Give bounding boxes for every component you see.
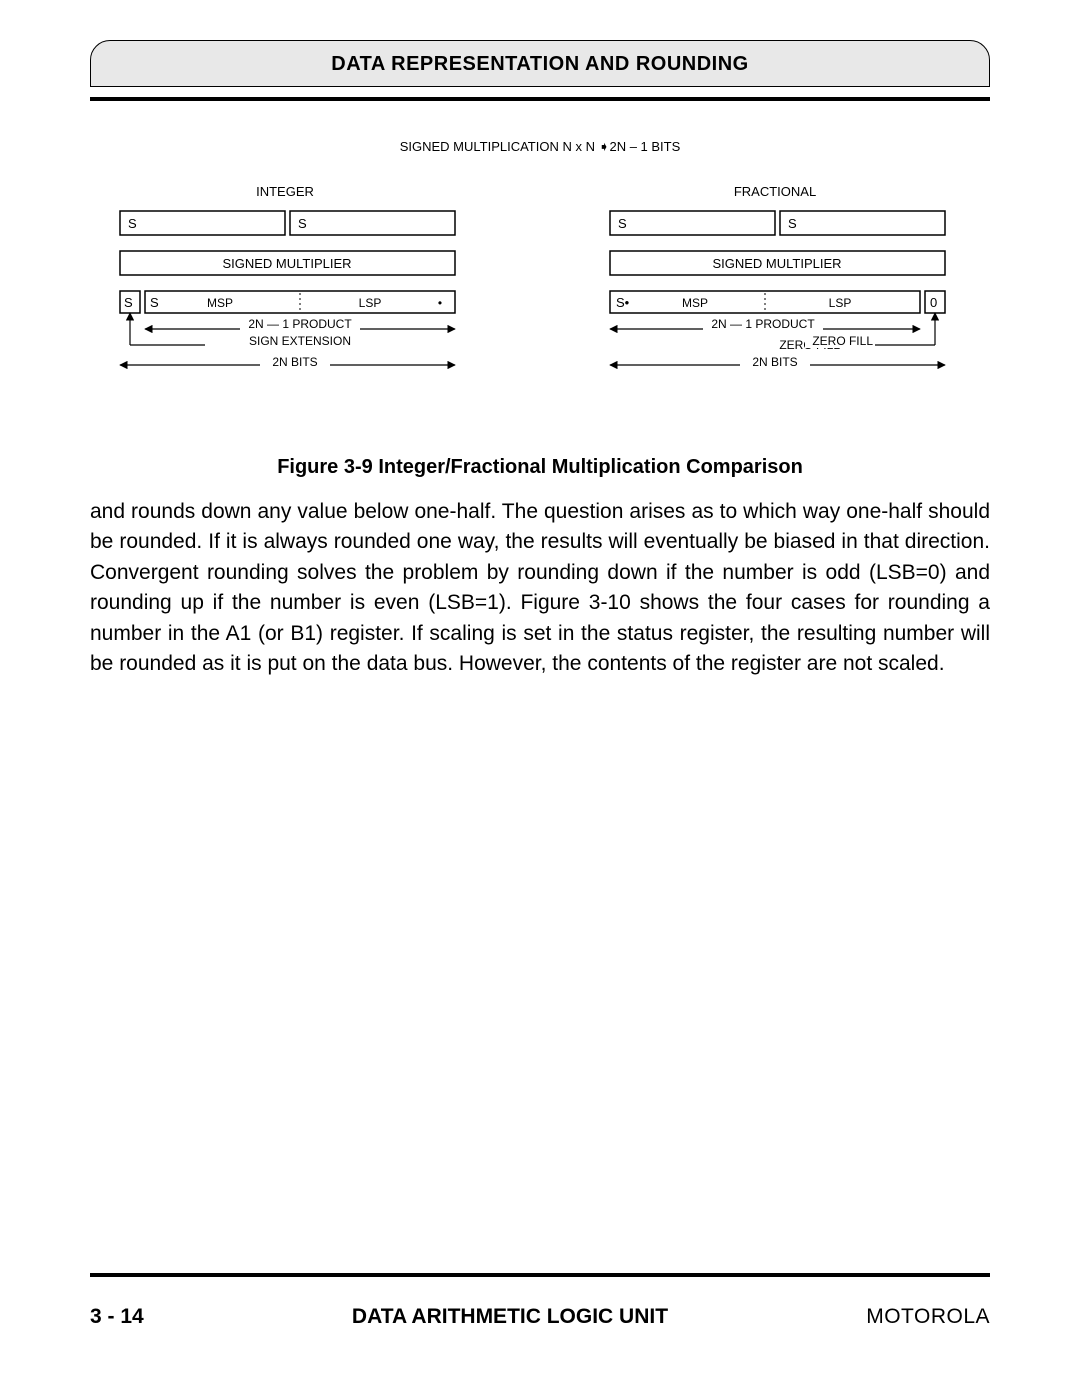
int-r2-label: SIGNED MULTIPLIER [222,256,351,271]
fractional-heading: FRACTIONAL [734,184,816,199]
integer-heading: INTEGER [256,184,314,199]
diagram-top-label: SIGNED MULTIPLICATION N x N ➧2N – 1 BITS [400,139,681,154]
fr-r3-s: S• [616,295,630,310]
header-rule [90,97,990,101]
section-header: DATA REPRESENTATION AND ROUNDING [90,40,990,87]
int-r1-s2: S [298,216,307,231]
fr-ann3: 2N BITS [752,355,797,369]
fr-ann1: 2N — 1 PRODUCT [711,317,815,331]
int-r3-lsp: LSP [359,296,382,310]
footer-title: DATA ARITHMETIC LOGIC UNIT [210,1305,810,1329]
footer-brand: MOTOROLA [810,1305,990,1329]
int-r3-s2: S [150,295,159,310]
int-r3-msp: MSP [207,296,233,310]
svg-text:SIGN EXTENSION: SIGN EXTENSION [249,334,351,348]
svg-text:2N — 1 PRODUCT: 2N — 1 PRODUCT [248,317,352,331]
integer-row3: S S MSP LSP • [120,291,455,313]
int-r3-dot: • [438,296,442,310]
fr-r2-label: SIGNED MULTIPLIER [712,256,841,271]
page-number: 3 - 14 [90,1305,210,1329]
fr-r3-zero: 0 [930,295,937,310]
int-r1-s1: S [128,216,137,231]
int-ann3: 2N BITS [272,355,317,369]
section-title: DATA REPRESENTATION AND ROUNDING [331,53,748,75]
integer-row2: SIGNED MULTIPLIER [120,251,455,275]
footer-rule [90,1273,990,1277]
fr-r1-s1: S [618,216,627,231]
figure-caption: Figure 3-9 Integer/Fractional Multiplica… [90,456,990,479]
page: DATA REPRESENTATION AND ROUNDING SIGNED … [0,0,1080,1397]
figure-diagram: SIGNED MULTIPLICATION N x N ➧2N – 1 BITS… [90,131,990,421]
fr-r3-lsp: LSP [829,296,852,310]
fr-r3-msp: MSP [682,296,708,310]
page-footer: 3 - 14 DATA ARITHMETIC LOGIC UNIT MOTORO… [90,1305,990,1329]
fr-r1-s2: S [788,216,797,231]
body-paragraph: and rounds down any value below one-half… [90,497,990,680]
svg-text:ZERO FILL: ZERO FILL [812,334,873,348]
integer-row1: S S [120,211,455,235]
int-r3-s1: S [124,295,133,310]
